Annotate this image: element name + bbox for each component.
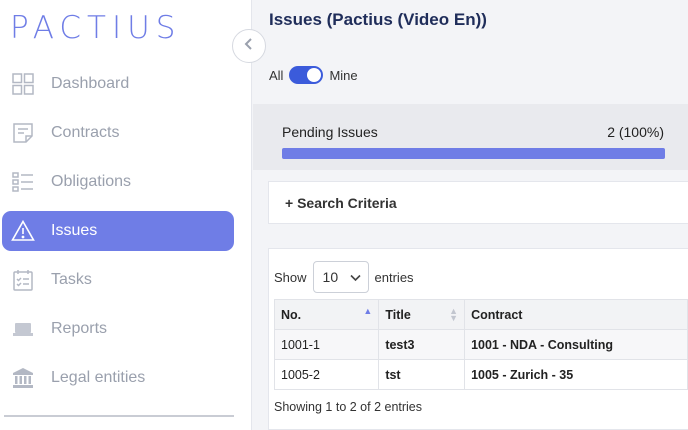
table-info: Showing 1 to 2 of 2 entries	[274, 400, 423, 414]
dashboard-icon	[10, 71, 36, 97]
warning-icon	[10, 218, 36, 244]
pending-progress-bar	[282, 148, 665, 159]
issues-table: No. ▲ Title ▲ ▼ Contract 1001-1 test3 10…	[273, 299, 688, 390]
entries-label: entries	[374, 269, 414, 285]
page-size-value: 10	[322, 269, 339, 285]
table-row[interactable]: 1005-2 tst 1005 - Zurich - 35	[273, 359, 688, 390]
issue-title-cell[interactable]: test3	[378, 329, 466, 360]
sort-ascending-icon: ▲	[363, 306, 373, 316]
page-size-select[interactable]: 10	[312, 261, 369, 293]
issues-table-panel: Show 10 entries No. ▲ Title ▲ ▼ Contract…	[268, 248, 688, 430]
bank-icon	[10, 365, 36, 391]
issue-contract-cell[interactable]: 1001 - NDA - Consulting	[464, 329, 688, 360]
sidebar-item-label: Legal entities	[51, 369, 146, 386]
all-mine-filter: All Mine	[269, 66, 358, 84]
search-criteria-panel: + Search Criteria	[268, 181, 688, 224]
mine-label: Mine	[329, 67, 358, 83]
obligations-icon	[10, 169, 36, 195]
contract-icon	[10, 120, 36, 146]
chevron-down-icon	[349, 269, 361, 285]
pending-issues-panel: Pending Issues 2 (100%)	[253, 104, 688, 170]
collapse-sidebar-button[interactable]	[232, 29, 266, 63]
column-header-contract[interactable]: Contract	[464, 299, 688, 330]
column-header-no[interactable]: No. ▲	[273, 299, 380, 330]
sidebar-item-label: Reports	[51, 320, 108, 337]
table-row[interactable]: 1001-1 test3 1001 - NDA - Consulting	[273, 329, 688, 360]
sidebar-item-tasks[interactable]: Tasks	[2, 260, 234, 300]
sidebar-divider	[4, 415, 234, 417]
pending-progress-fill	[282, 148, 665, 159]
column-header-label: No.	[281, 307, 302, 322]
all-label: All	[269, 67, 284, 83]
sidebar-nav: Dashboard Contracts Obligations Issues T…	[0, 64, 252, 407]
sidebar-item-contracts[interactable]: Contracts	[2, 113, 234, 153]
issue-contract-cell[interactable]: 1005 - Zurich - 35	[464, 359, 688, 390]
mine-toggle[interactable]	[289, 66, 324, 84]
pending-issues-count: 2 (100%)	[607, 124, 664, 140]
show-label: Show	[274, 269, 307, 285]
column-header-title[interactable]: Title ▲ ▼	[378, 299, 466, 330]
sort-icon: ▲ ▼	[449, 306, 459, 323]
column-header-label: Contract	[471, 307, 523, 322]
search-criteria-toggle[interactable]: + Search Criteria	[285, 195, 397, 211]
sidebar-item-label: Dashboard	[51, 75, 130, 92]
sidebar-item-label: Obligations	[51, 173, 132, 190]
sidebar-item-label: Contracts	[51, 124, 120, 141]
reports-icon	[10, 316, 36, 342]
page-length-control: Show 10 entries	[274, 261, 414, 293]
sidebar-item-dashboard[interactable]: Dashboard	[2, 64, 234, 104]
issue-title-cell[interactable]: tst	[378, 359, 466, 390]
pending-issues-label: Pending Issues	[282, 124, 378, 140]
pactius-logo[interactable]: PACTIUS	[10, 10, 181, 46]
sidebar-item-obligations[interactable]: Obligations	[2, 162, 234, 202]
sidebar-item-label: Tasks	[51, 271, 92, 288]
sidebar: PACTIUS Dashboard Contracts Obligations …	[0, 0, 252, 430]
issue-number-cell: 1001-1	[273, 329, 380, 360]
table-header-row: No. ▲ Title ▲ ▼ Contract	[273, 299, 688, 330]
sidebar-item-legal-entities[interactable]: Legal entities	[2, 358, 234, 398]
issue-number-cell: 1005-2	[273, 359, 380, 390]
tasks-icon	[10, 267, 36, 293]
page-title: Issues (Pactius (Video En))	[269, 10, 487, 29]
main-content: Issues (Pactius (Video En)) All Mine Pen…	[253, 0, 688, 430]
column-header-label: Title	[385, 307, 411, 322]
sidebar-item-reports[interactable]: Reports	[2, 309, 234, 349]
sidebar-item-label: Issues	[51, 222, 98, 239]
sidebar-item-issues[interactable]: Issues	[2, 211, 234, 251]
chevron-left-icon	[243, 37, 255, 56]
